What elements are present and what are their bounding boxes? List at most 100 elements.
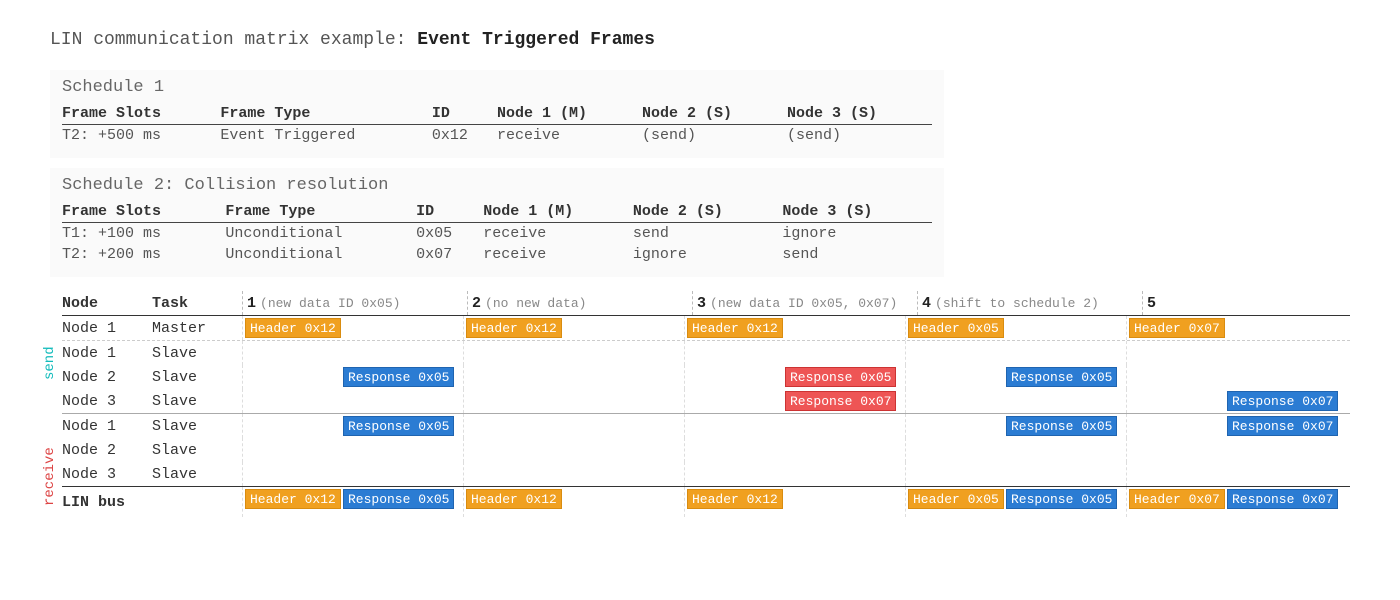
slot-number: 3 [697,295,706,312]
side-label-send: send [42,333,58,393]
table-row: T2: +500 ms Event Triggered 0x12 receive… [62,125,932,147]
cell-type: Unconditional [225,223,416,245]
cell-node1: receive [483,223,633,245]
collision-badge: Response 0x07 [785,391,896,411]
table-row: T2: +200 ms Unconditional 0x07 receive i… [62,244,932,265]
timing-header-row: Node Task 1 (new data ID 0x05) 2 (no new… [62,291,1350,316]
timing-row-send-n2: Node 2 Slave Response 0x05 Response 0x05… [62,365,1350,389]
cell-node3: ignore [782,223,932,245]
side-label-receive: receive [42,441,58,513]
cell-node3: (send) [787,125,932,147]
slot-note: (no new data) [485,296,586,311]
slot-note: (new data ID 0x05, 0x07) [710,296,897,311]
col-frame-type: Frame Type [220,103,432,125]
slot-header-1: 1 (new data ID 0x05) [242,291,467,315]
header-badge: Header 0x12 [466,318,562,338]
slot-number: 5 [1147,295,1156,312]
schedule-1-title: Schedule 1 [62,78,932,97]
timing-row-bus: LIN bus Header 0x12 Response 0x05 Header… [62,486,1350,517]
row-task: Slave [152,418,242,435]
page-title: LIN communication matrix example: Event … [50,30,1350,50]
response-badge: Response 0x05 [343,416,454,436]
cell-node1: receive [483,244,633,265]
slot-number: 2 [472,295,481,312]
response-badge: Response 0x07 [1227,416,1338,436]
timing-row-recv-n3: Node 3 Slave [62,462,1350,486]
col-node1: Node 1 (M) [483,201,633,223]
slot-note: (new data ID 0x05) [260,296,400,311]
header-badge: Header 0x07 [1129,489,1225,509]
row-task: Slave [152,345,242,362]
header-badge: Header 0x05 [908,318,1004,338]
schedule-1-box: Schedule 1 Frame Slots Frame Type ID Nod… [50,70,944,158]
row-node: LIN bus [62,494,152,511]
cell-id: 0x05 [416,223,483,245]
col-node2: Node 2 (S) [633,201,783,223]
response-badge: Response 0x05 [1006,367,1117,387]
row-task: Slave [152,466,242,483]
timing-row-send-n3: Node 3 Slave Response 0x07 Response 0x07 [62,389,1350,413]
cell-type: Unconditional [225,244,416,265]
response-badge: Response 0x05 [343,367,454,387]
schedule-2-box: Schedule 2: Collision resolution Frame S… [50,168,944,277]
response-badge: Response 0x05 [343,489,454,509]
row-task: Slave [152,393,242,410]
col-node2: Node 2 (S) [642,103,787,125]
table-header-row: Frame Slots Frame Type ID Node 1 (M) Nod… [62,103,932,125]
cell-node2: ignore [633,244,783,265]
cell-slot: T2: +500 ms [62,125,220,147]
schedule-1-table: Frame Slots Frame Type ID Node 1 (M) Nod… [62,103,932,146]
collision-badge: Response 0x05 [785,367,896,387]
title-prefix: LIN communication matrix example: [50,30,406,50]
cell-node3: send [782,244,932,265]
row-node: Node 3 [62,393,152,410]
col-node3: Node 3 (S) [782,201,932,223]
cell-id: 0x12 [432,125,497,147]
col-task: Task [152,295,242,312]
col-node1: Node 1 (M) [497,103,642,125]
schedule-2-table: Frame Slots Frame Type ID Node 1 (M) Nod… [62,201,932,265]
col-node: Node [62,295,152,312]
header-badge: Header 0x07 [1129,318,1225,338]
row-node: Node 1 [62,418,152,435]
row-task: Master [152,320,242,337]
table-row: T1: +100 ms Unconditional 0x05 receive s… [62,223,932,245]
col-frame-type: Frame Type [225,201,416,223]
col-frame-slots: Frame Slots [62,201,225,223]
slot-header-2: 2 (no new data) [467,291,692,315]
slot-header-5: 5 [1142,291,1367,315]
header-badge: Header 0x12 [687,489,783,509]
response-badge: Response 0x07 [1227,489,1338,509]
col-node3: Node 3 (S) [787,103,932,125]
title-emphasis: Event Triggered Frames [417,30,655,50]
schedule-2-title: Schedule 2: Collision resolution [62,176,932,195]
slot-number: 1 [247,295,256,312]
header-badge: Header 0x12 [245,318,341,338]
response-badge: Response 0x05 [1006,416,1117,436]
row-task: Slave [152,442,242,459]
slot-header-3: 3 (new data ID 0x05, 0x07) [692,291,917,315]
row-node: Node 1 [62,320,152,337]
response-badge: Response 0x07 [1227,391,1338,411]
timing-row-master: Node 1 Master Header 0x12 Header 0x12 He… [62,316,1350,340]
cell-node2: send [633,223,783,245]
cell-node1: receive [497,125,642,147]
cell-node2: (send) [642,125,787,147]
timing-row-send-n1: Node 1 Slave [62,340,1350,365]
timing-diagram: send receive Node Task 1 (new data ID 0x… [50,291,1350,517]
slot-number: 4 [922,295,931,312]
cell-id: 0x07 [416,244,483,265]
row-node: Node 2 [62,442,152,459]
timing-row-recv-n2: Node 2 Slave [62,438,1350,462]
row-node: Node 2 [62,369,152,386]
row-node: Node 3 [62,466,152,483]
header-badge: Header 0x12 [687,318,783,338]
row-task: Slave [152,369,242,386]
col-id: ID [432,103,497,125]
cell-slot: T2: +200 ms [62,244,225,265]
col-frame-slots: Frame Slots [62,103,220,125]
header-badge: Header 0x05 [908,489,1004,509]
cell-slot: T1: +100 ms [62,223,225,245]
row-node: Node 1 [62,345,152,362]
response-badge: Response 0x05 [1006,489,1117,509]
